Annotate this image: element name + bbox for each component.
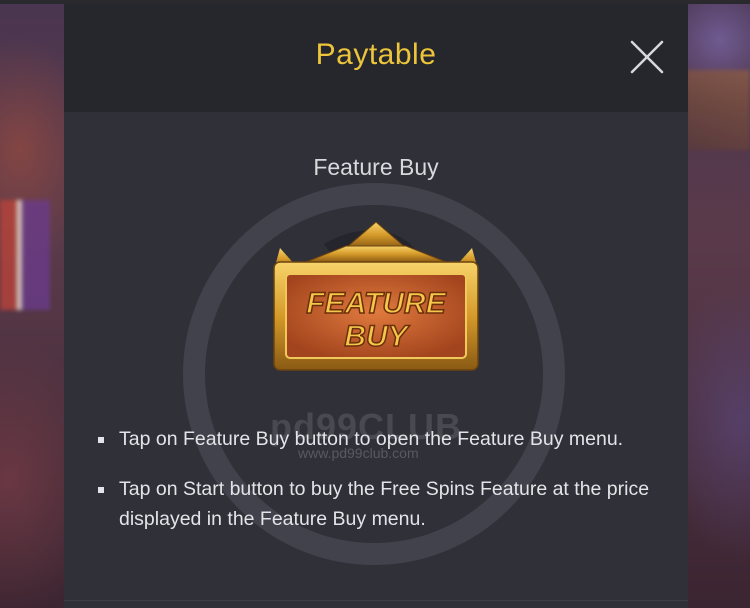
modal-title: Paytable — [315, 38, 437, 71]
section-title: Feature Buy — [313, 154, 439, 180]
feature-buy-badge: FEATURE BUY — [273, 221, 479, 371]
rule-text: Tap on Start button to buy the Free Spin… — [119, 478, 650, 530]
list-item: Tap on Start button to buy the Free Spin… — [98, 474, 658, 534]
close-button[interactable] — [626, 36, 668, 78]
rules-list: Tap on Feature Buy button to open the Fe… — [98, 424, 658, 554]
close-icon — [630, 40, 664, 74]
rule-text: Tap on Feature Buy button to open the Fe… — [119, 428, 624, 450]
bottom-divider — [64, 600, 688, 601]
badge-line-1: FEATURE — [306, 287, 446, 320]
background-flag — [0, 200, 50, 310]
paytable-modal: Paytable pd99CLUB www.pd99club.com Featu… — [64, 4, 688, 608]
list-item: Tap on Feature Buy button to open the Fe… — [98, 424, 658, 454]
background-roof — [686, 70, 750, 150]
modal-header: Paytable — [64, 4, 688, 112]
bullet-icon — [98, 437, 104, 443]
bullet-icon — [98, 487, 104, 493]
badge-line-2: BUY — [344, 320, 410, 353]
